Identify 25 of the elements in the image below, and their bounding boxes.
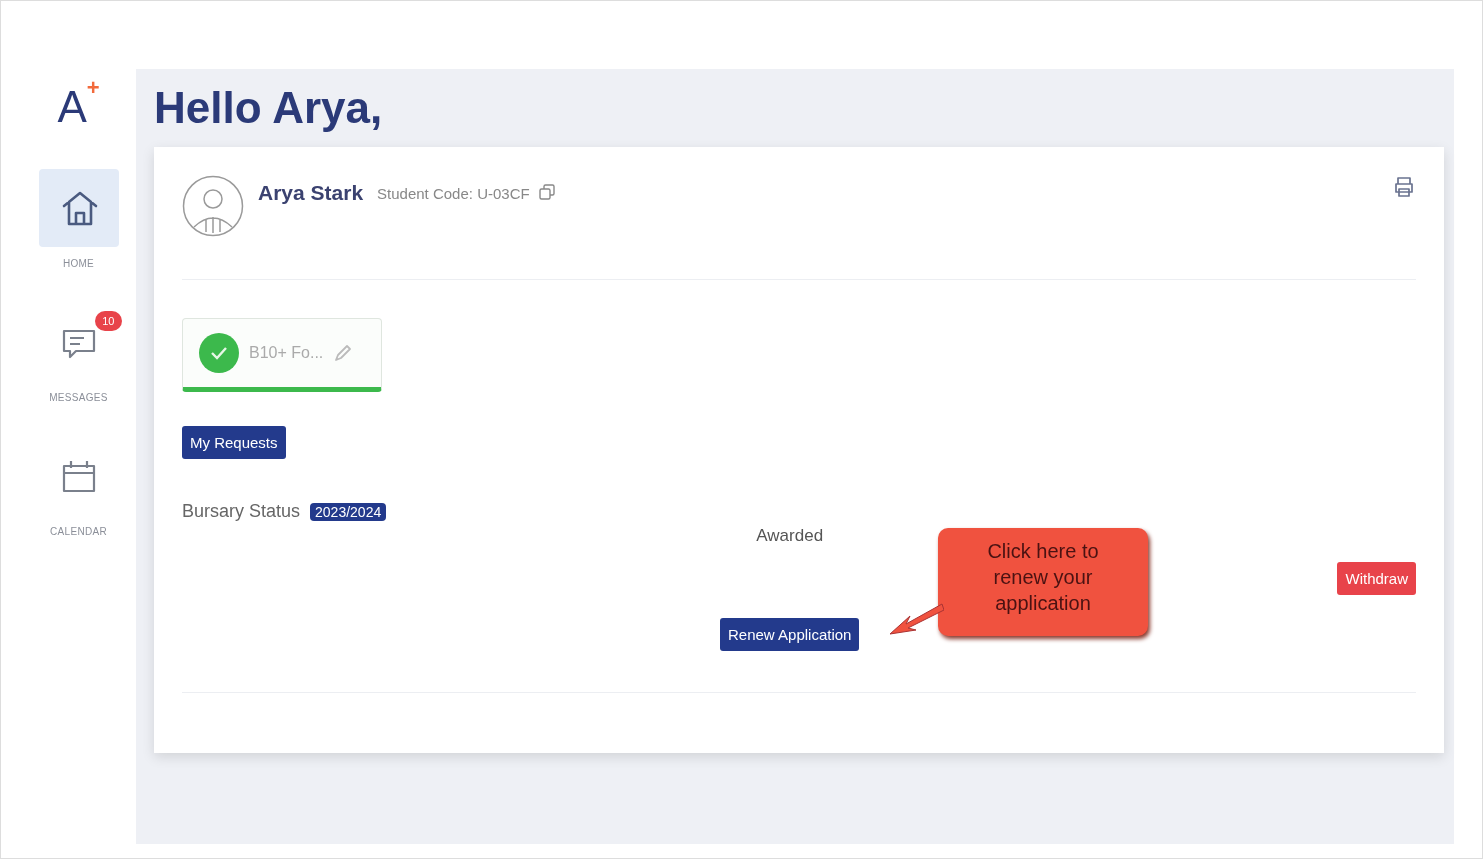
year-tag: 2023/2024 — [310, 502, 387, 521]
check-circle-icon — [199, 333, 239, 373]
renew-application-button[interactable]: Renew Application — [720, 618, 860, 651]
withdraw-button[interactable]: Withdraw — [1337, 562, 1416, 595]
print-button[interactable] — [1392, 175, 1416, 199]
greeting-heading: Hello Arya, — [154, 83, 384, 133]
unread-badge: 10 — [95, 311, 122, 331]
nav-label: CALENDAR — [50, 526, 107, 537]
my-requests-button[interactable]: My Requests — [182, 426, 286, 459]
nav-item[interactable]: 10 — [38, 303, 119, 381]
avatar-icon — [182, 175, 244, 237]
pencil-icon — [333, 343, 354, 363]
printer-icon — [1392, 175, 1416, 199]
bursary-status-label: Bursary Status — [182, 501, 301, 522]
callout-text: Click here to renew your application — [986, 539, 1100, 616]
form-chip[interactable]: B10+ Fo... — [182, 318, 382, 392]
copy-icon — [537, 183, 556, 201]
form-name: B10+ Fo... — [249, 344, 324, 362]
app-logo: A+ — [57, 77, 100, 133]
student-name: Arya Stark — [258, 181, 364, 205]
nav-item[interactable] — [38, 169, 119, 247]
nav-label: HOME — [62, 258, 95, 269]
nav-label: MESSAGES — [49, 392, 108, 403]
status-text: Awarded — [756, 526, 824, 546]
student-code: Student Code: U-03CF — [377, 185, 530, 202]
